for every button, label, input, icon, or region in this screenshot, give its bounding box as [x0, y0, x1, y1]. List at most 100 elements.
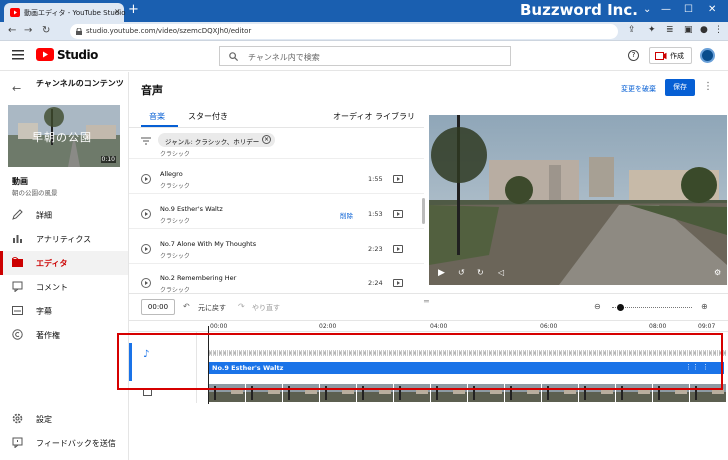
- browser-menu-icon[interactable]: ⋮: [714, 25, 723, 35]
- sidebar-item-subtitles[interactable]: 字幕: [0, 299, 128, 323]
- hamburger-menu-icon[interactable]: [12, 50, 24, 60]
- tab-audio-library[interactable]: オーディオ ライブラリ: [333, 111, 415, 122]
- video-preview[interactable]: ▶ ↺ ↻ ◁ ⚙: [429, 115, 727, 285]
- thumbnail-title: 早朝の公園: [32, 131, 92, 144]
- youtube-logo-icon[interactable]: [36, 48, 54, 61]
- track-row[interactable]: No.9 Esther's Waltz クラシック 削除 1:53: [129, 200, 424, 229]
- sidebar-item-settings[interactable]: 設定: [0, 407, 128, 431]
- add-track-icon[interactable]: [393, 210, 403, 218]
- track-row[interactable]: No.7 Alone With My Thoughts クラシック 2:23: [129, 235, 424, 264]
- remove-track-link[interactable]: 削除: [340, 210, 353, 220]
- track-duration: 1:53: [368, 210, 383, 218]
- add-track-icon[interactable]: [393, 279, 403, 287]
- add-track-icon[interactable]: [393, 245, 403, 253]
- back-arrow-icon[interactable]: ←: [12, 82, 21, 95]
- sidebar-item-feedback[interactable]: フィードバックを送信: [0, 431, 128, 455]
- rewind-10-icon[interactable]: ↺: [458, 268, 465, 277]
- tab-close-icon[interactable]: ×: [114, 7, 121, 16]
- url-field[interactable]: studio.youtube.com/video/szemcDQXJh0/edi…: [70, 24, 618, 39]
- thumbnail-duration: 0:10: [100, 156, 116, 163]
- search-icon: [229, 52, 238, 61]
- youtube-favicon-icon: [10, 8, 20, 17]
- copyright-icon: [12, 329, 23, 340]
- divider: [129, 293, 728, 294]
- play-icon[interactable]: [141, 278, 151, 288]
- sidebar-item-label: 設定: [36, 415, 52, 424]
- add-track-icon[interactable]: [393, 175, 403, 183]
- play-icon[interactable]: ▶: [438, 268, 445, 278]
- reload-icon[interactable]: ↻: [42, 25, 50, 36]
- track-name: No.9 Esther's Waltz: [160, 205, 223, 213]
- sidebar: ← チャンネルのコンテンツ 早朝の公園 0:10 動画 朝の公園の風景 詳細 ア…: [0, 72, 129, 460]
- zoom-out-icon[interactable]: ⊖: [594, 302, 601, 311]
- play-icon[interactable]: [141, 174, 151, 184]
- scrollbar[interactable]: [422, 198, 425, 224]
- minimize-button[interactable]: —: [661, 4, 671, 15]
- volume-icon[interactable]: ◁: [498, 268, 504, 277]
- track-genre: クラシック: [160, 253, 190, 260]
- tab-starred[interactable]: スター付き: [188, 111, 228, 122]
- undo-icon[interactable]: ↶: [183, 302, 190, 311]
- maximize-button[interactable]: ☐: [684, 4, 693, 15]
- back-arrow-icon[interactable]: ←: [8, 25, 16, 36]
- reading-list-icon[interactable]: ≣: [666, 25, 674, 35]
- play-icon[interactable]: [141, 209, 151, 219]
- new-tab-button[interactable]: +: [128, 3, 139, 17]
- search-input[interactable]: チャンネル内で検索: [219, 46, 511, 66]
- settings-icon[interactable]: ⚙: [714, 268, 721, 277]
- highlight-box: [117, 333, 723, 390]
- sidebar-item-label: 著作権: [36, 331, 60, 340]
- browser-tab[interactable]: 動画エディタ - YouTube Studio ×: [4, 3, 126, 22]
- forward-10-icon[interactable]: ↻: [477, 268, 484, 277]
- time-marker: 06:00: [540, 323, 558, 330]
- zoom-in-icon[interactable]: ⊕: [701, 302, 708, 311]
- create-button[interactable]: 作成: [649, 47, 692, 64]
- revert-changes-link[interactable]: 変更を破棄: [621, 84, 656, 94]
- subtitles-icon: [12, 305, 23, 316]
- gear-icon: [12, 413, 23, 424]
- extensions-icon[interactable]: ✦: [648, 25, 656, 35]
- video-thumbnail[interactable]: 早朝の公園 0:10: [8, 105, 120, 167]
- sidebar-item-editor[interactable]: エディタ: [0, 251, 128, 275]
- sidebar-item-label: コメント: [36, 283, 68, 292]
- side-panel-icon[interactable]: ▣: [684, 25, 693, 35]
- chip-close-icon[interactable]: ×: [262, 135, 271, 144]
- search-placeholder: チャンネル内で検索: [248, 53, 320, 62]
- filter-chip[interactable]: ジャンル: クラシック、ホリデー ×: [158, 133, 275, 147]
- play-icon[interactable]: [141, 244, 151, 254]
- share-icon[interactable]: ⇪: [628, 25, 636, 35]
- brand-watermark: Buzzword Inc.: [520, 1, 638, 19]
- track-name: No.2 Remembering Her: [160, 274, 237, 282]
- redo-icon[interactable]: ↷: [238, 302, 245, 311]
- help-icon[interactable]: ?: [628, 50, 639, 61]
- url-text: studio.youtube.com/video/szemcDQXJh0/edi…: [86, 27, 252, 35]
- resize-handle-icon[interactable]: ═: [424, 297, 429, 306]
- sidebar-item-copyright[interactable]: 著作権: [0, 323, 128, 347]
- create-label: 作成: [670, 52, 684, 60]
- window-close-button[interactable]: ✕: [708, 4, 716, 15]
- track-duration: 2:24: [368, 279, 383, 287]
- channel-content-link[interactable]: チャンネルのコンテンツ: [36, 78, 124, 89]
- time-marker: 09:07: [698, 323, 716, 330]
- more-options-icon[interactable]: ⋮: [703, 81, 713, 92]
- filter-icon[interactable]: [141, 137, 151, 145]
- forward-arrow-icon[interactable]: →: [24, 25, 32, 36]
- zoom-slider-handle[interactable]: [617, 304, 624, 311]
- time-marker: 04:00: [430, 323, 448, 330]
- avatar[interactable]: [700, 48, 715, 63]
- sidebar-item-details[interactable]: 詳細: [0, 203, 128, 227]
- time-marker: 08:00: [649, 323, 667, 330]
- comment-icon: [12, 281, 23, 292]
- save-button[interactable]: 保存: [665, 79, 695, 96]
- zoom-slider[interactable]: [612, 307, 692, 308]
- profile-icon[interactable]: ●: [700, 25, 708, 35]
- tab-title: 動画エディタ - YouTube Studio: [24, 9, 126, 17]
- undo-button[interactable]: 元に戻す: [198, 303, 226, 313]
- current-time-input[interactable]: 00:00: [141, 299, 175, 315]
- sidebar-item-analytics[interactable]: アナリティクス: [0, 227, 128, 251]
- sidebar-item-comments[interactable]: コメント: [0, 275, 128, 299]
- track-row[interactable]: Allegro クラシック 1:55: [129, 165, 424, 194]
- tab-music[interactable]: 音楽: [149, 111, 165, 122]
- tab-search-icon[interactable]: ⌄: [643, 4, 651, 15]
- redo-button[interactable]: やり直す: [252, 303, 280, 313]
